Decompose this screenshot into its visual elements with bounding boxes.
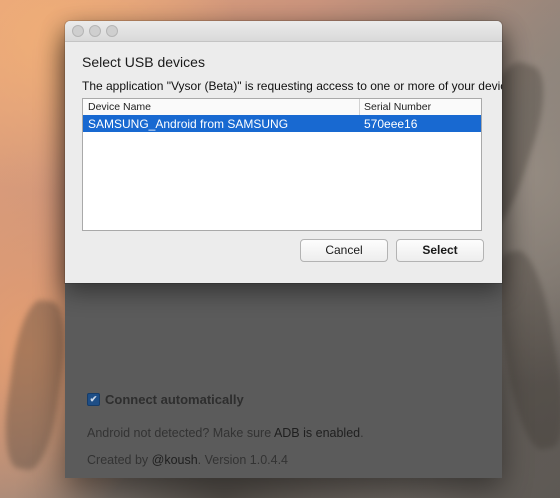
table-row[interactable]: SAMSUNG_Android from SAMSUNG 570eee16 [83, 115, 481, 132]
adb-hint-prefix: Android not detected? Make sure [87, 426, 274, 440]
adb-hint-text: Android not detected? Make sure ADB is e… [87, 426, 364, 440]
adb-hint-suffix: . [360, 426, 364, 440]
connect-automatically-label: Connect automatically [105, 392, 244, 407]
device-name-cell: SAMSUNG_Android from SAMSUNG [88, 117, 289, 131]
credits-prefix: Created by [87, 453, 152, 467]
device-table[interactable]: Device Name Serial Number SAMSUNG_Androi… [82, 98, 482, 231]
credits-text: Created by @koush. Version 1.0.4.4 [87, 453, 288, 467]
select-usb-dialog: Select USB devices The application "Vyso… [65, 21, 502, 283]
dialog-title: Select USB devices [82, 54, 205, 70]
column-divider [359, 99, 360, 115]
version-text: . Version 1.0.4.4 [197, 453, 289, 467]
column-header-serial-number[interactable]: Serial Number [364, 101, 431, 113]
author-link[interactable]: @koush [152, 453, 198, 467]
dialog-message: The application "Vysor (Beta)" is reques… [82, 79, 502, 93]
adb-enabled-link[interactable]: ADB is enabled [274, 426, 360, 440]
column-header-device-name[interactable]: Device Name [88, 101, 151, 113]
wallpaper-rock-detail [0, 297, 72, 473]
close-window-icon[interactable] [72, 25, 84, 37]
connect-automatically-row[interactable]: ✔ Connect automatically [87, 392, 244, 407]
zoom-window-icon[interactable] [106, 25, 118, 37]
minimize-window-icon[interactable] [89, 25, 101, 37]
serial-number-cell: 570eee16 [364, 117, 418, 131]
cancel-button[interactable]: Cancel [300, 239, 388, 262]
dialog-titlebar [65, 21, 502, 42]
connect-automatically-checkbox[interactable]: ✔ [87, 393, 100, 406]
table-header: Device Name Serial Number [83, 99, 481, 116]
select-button[interactable]: Select [396, 239, 484, 262]
